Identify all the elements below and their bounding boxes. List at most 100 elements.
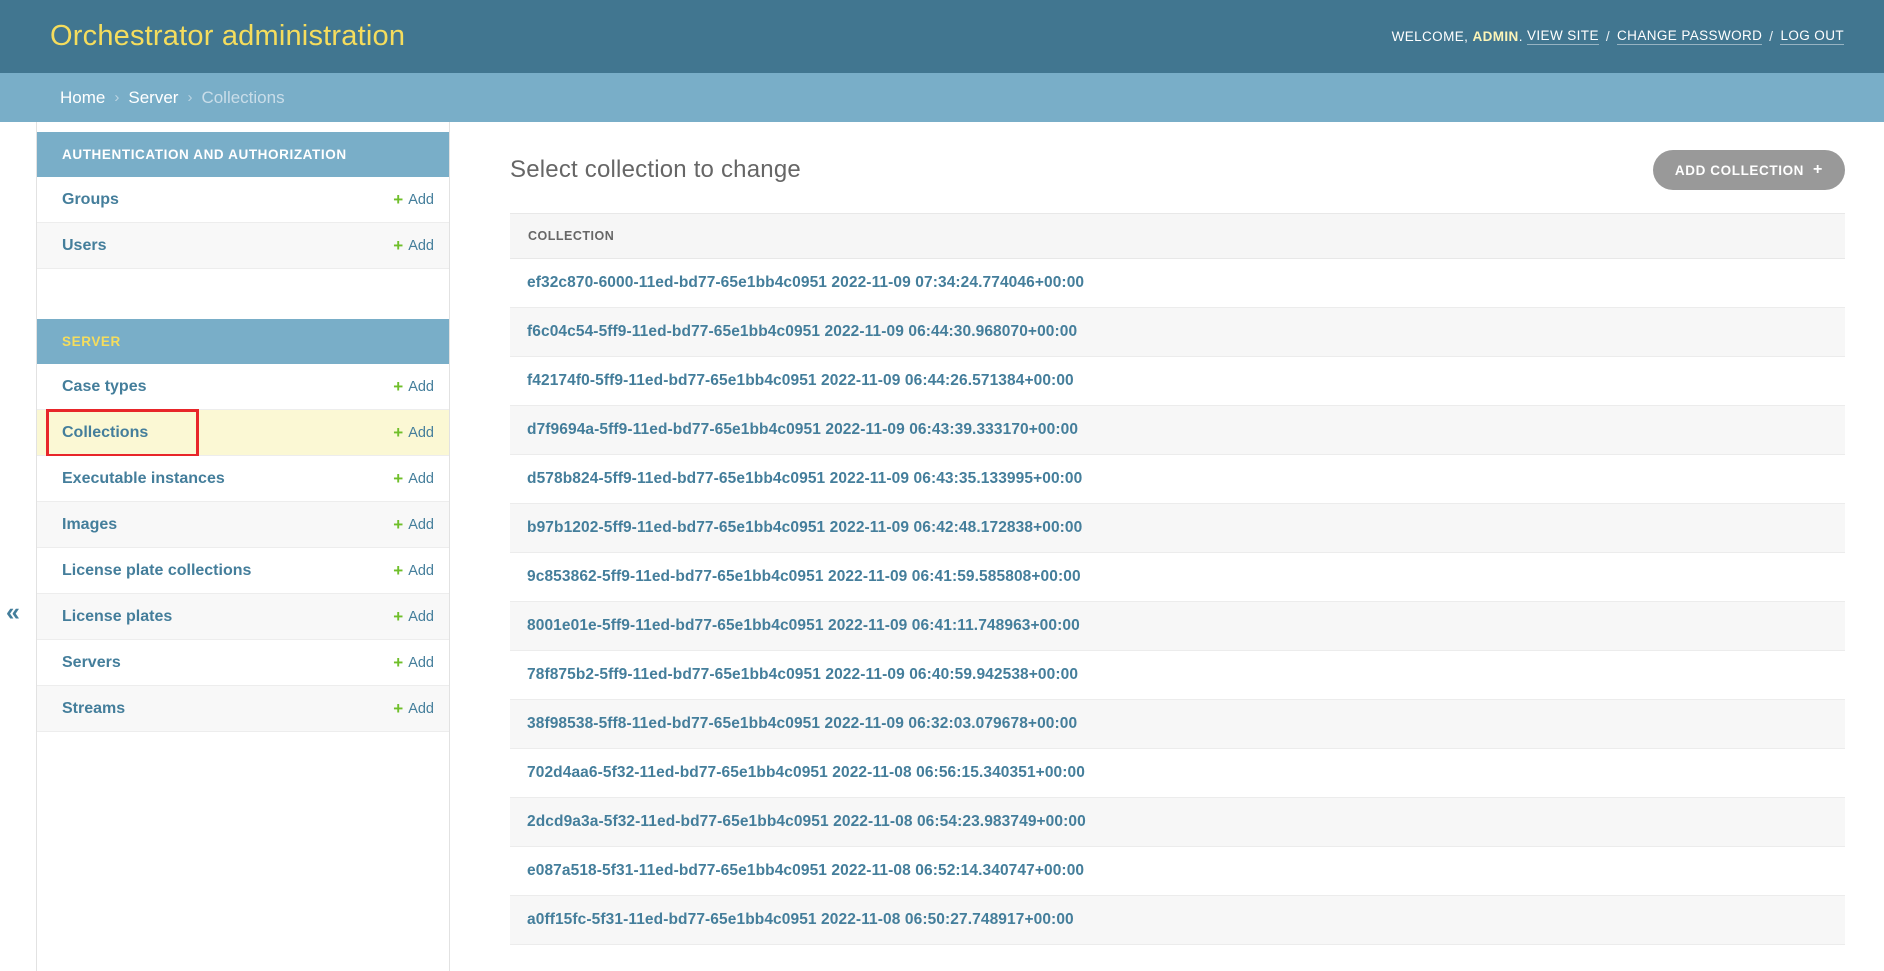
servers-add-link[interactable]: +Add [393,654,434,671]
plus-icon: + [1813,161,1823,179]
license-plates-link[interactable]: License plates [62,608,172,626]
add-collection-button[interactable]: ADD COLLECTION + [1653,150,1845,190]
table-row: f42174f0-5ff9-11ed-bd77-65e1bb4c0951 202… [510,357,1845,406]
view-site-link[interactable]: VIEW SITE [1527,28,1599,45]
main-content: Select collection to change ADD COLLECTI… [510,122,1884,971]
collection-link[interactable]: a0ff15fc-5f31-11ed-bd77-65e1bb4c0951 202… [527,911,1074,929]
collection-link[interactable]: f42174f0-5ff9-11ed-bd77-65e1bb4c0951 202… [527,372,1074,390]
table-row: e087a518-5f31-11ed-bd77-65e1bb4c0951 202… [510,847,1845,896]
plus-icon: + [393,191,403,208]
user-tools: WELCOME, ADMIN . VIEW SITE / CHANGE PASS… [1392,28,1844,45]
welcome-text: WELCOME, [1392,29,1473,44]
plus-icon: + [393,470,403,487]
groups-link[interactable]: Groups [62,191,119,209]
plus-icon: + [393,237,403,254]
sidebar-item-executable-instances: Executable instances + Add [37,456,449,502]
collection-link[interactable]: 38f98538-5ff8-11ed-bd77-65e1bb4c0951 202… [527,715,1077,733]
collections-link[interactable]: Collections [62,424,148,442]
groups-add-link[interactable]: + Add [393,191,434,208]
collection-link[interactable]: ef32c870-6000-11ed-bd77-65e1bb4c0951 202… [527,274,1084,292]
breadcrumb: Home › Server › Collections [0,73,1884,122]
sidebar-collapse-icon[interactable]: « [6,600,20,625]
plus-icon: + [393,516,403,533]
collection-link[interactable]: d7f9694a-5ff9-11ed-bd77-65e1bb4c0951 202… [527,421,1078,439]
add-label: Add [408,425,434,441]
executable-instances-add-link[interactable]: + Add [393,470,434,487]
breadcrumb-separator-icon: › [114,89,119,106]
breadcrumb-separator-icon: › [187,89,192,106]
images-link[interactable]: Images [62,516,117,534]
page-body: « AUTHENTICATION AND AUTHORIZATION Group… [0,122,1884,971]
table-row: 9c853862-5ff9-11ed-bd77-65e1bb4c0951 202… [510,553,1845,602]
add-collection-label: ADD COLLECTION [1675,163,1804,178]
sidebar-item-users: Users + Add [37,223,449,269]
site-title[interactable]: Orchestrator administration [50,20,405,53]
plus-icon: + [393,608,403,625]
plus-icon: + [393,562,403,579]
change-password-link[interactable]: CHANGE PASSWORD [1617,28,1762,45]
app-module-server: SERVER Case types +Add Collections +Add … [37,319,449,732]
collections-add-link[interactable]: + Add [393,424,434,441]
add-label: Add [408,379,434,395]
plus-icon: + [393,378,403,395]
table-row: ef32c870-6000-11ed-bd77-65e1bb4c0951 202… [510,259,1845,308]
collection-link[interactable]: e087a518-5f31-11ed-bd77-65e1bb4c0951 202… [527,862,1084,880]
table-row: 8001e01e-5ff9-11ed-bd77-65e1bb4c0951 202… [510,602,1845,651]
collection-link[interactable]: d578b824-5ff9-11ed-bd77-65e1bb4c0951 202… [527,470,1082,488]
plus-icon: + [393,700,403,717]
license-plate-collections-link[interactable]: License plate collections [62,562,251,580]
table-row: 78f875b2-5ff9-11ed-bd77-65e1bb4c0951 202… [510,651,1845,700]
sidebar-item-case-types: Case types + Add [37,364,449,410]
app-caption-server[interactable]: SERVER [37,319,449,364]
add-label: Add [408,701,434,717]
sidebar: AUTHENTICATION AND AUTHORIZATION Groups … [36,122,450,971]
add-label: Add [408,238,434,254]
page-title: Select collection to change [510,156,801,184]
streams-link[interactable]: Streams [62,700,125,718]
plus-icon: + [393,424,403,441]
add-label: Add [408,563,434,579]
sidebar-item-license-plates: License plates + Add [37,594,449,640]
add-label: Add [408,609,434,625]
case-types-add-link[interactable]: + Add [393,378,434,395]
app-caption-authentication[interactable]: AUTHENTICATION AND AUTHORIZATION [37,132,449,177]
images-add-link[interactable]: + Add [393,516,434,533]
collection-link[interactable]: 8001e01e-5ff9-11ed-bd77-65e1bb4c0951 202… [527,617,1080,635]
streams-add-link[interactable]: + Add [393,700,434,717]
log-out-link[interactable]: LOG OUT [1780,28,1844,45]
sidebar-toggle-strip: « [0,122,36,971]
breadcrumb-server[interactable]: Server [128,88,178,108]
column-header-collection[interactable]: COLLECTION [510,213,1845,259]
table-row: b97b1202-5ff9-11ed-bd77-65e1bb4c0951 202… [510,504,1845,553]
username: ADMIN [1472,29,1518,44]
collection-link[interactable]: 2dcd9a3a-5f32-11ed-bd77-65e1bb4c0951 202… [527,813,1086,831]
sidebar-item-images: Images + Add [37,502,449,548]
app-module-authentication: AUTHENTICATION AND AUTHORIZATION Groups … [37,132,449,269]
collection-link[interactable]: 9c853862-5ff9-11ed-bd77-65e1bb4c0951 202… [527,568,1081,586]
table-row: 702d4aa6-5f32-11ed-bd77-65e1bb4c0951 202… [510,749,1845,798]
users-link[interactable]: Users [62,237,106,255]
add-label: Add [408,192,434,208]
sidebar-item-collections: Collections + Add [37,410,449,456]
collection-link[interactable]: b97b1202-5ff9-11ed-bd77-65e1bb4c0951 202… [527,519,1082,537]
collection-link[interactable]: 78f875b2-5ff9-11ed-bd77-65e1bb4c0951 202… [527,666,1078,684]
collection-link[interactable]: 702d4aa6-5f32-11ed-bd77-65e1bb4c0951 202… [527,764,1085,782]
username-dot: . [1519,29,1527,44]
table-row: 38f98538-5ff8-11ed-bd77-65e1bb4c0951 202… [510,700,1845,749]
table-row: a0ff15fc-5f31-11ed-bd77-65e1bb4c0951 202… [510,896,1845,945]
table-row: 2dcd9a3a-5f32-11ed-bd77-65e1bb4c0951 202… [510,798,1845,847]
users-add-link[interactable]: + Add [393,237,434,254]
case-types-link[interactable]: Case types [62,378,147,396]
app-header: Orchestrator administration WELCOME, ADM… [0,0,1884,73]
executable-instances-link[interactable]: Executable instances [62,470,225,488]
collection-link[interactable]: f6c04c54-5ff9-11ed-bd77-65e1bb4c0951 202… [527,323,1077,341]
breadcrumb-home[interactable]: Home [60,88,105,108]
license-plates-add-link[interactable]: + Add [393,608,434,625]
breadcrumb-current: Collections [201,88,284,108]
servers-link[interactable]: Servers [62,654,121,672]
link-separator: / [1606,29,1610,44]
content-header: Select collection to change ADD COLLECTI… [510,148,1845,192]
license-plate-collections-add-link[interactable]: + Add [393,562,434,579]
add-label: Add [408,471,434,487]
add-label: Add [408,517,434,533]
